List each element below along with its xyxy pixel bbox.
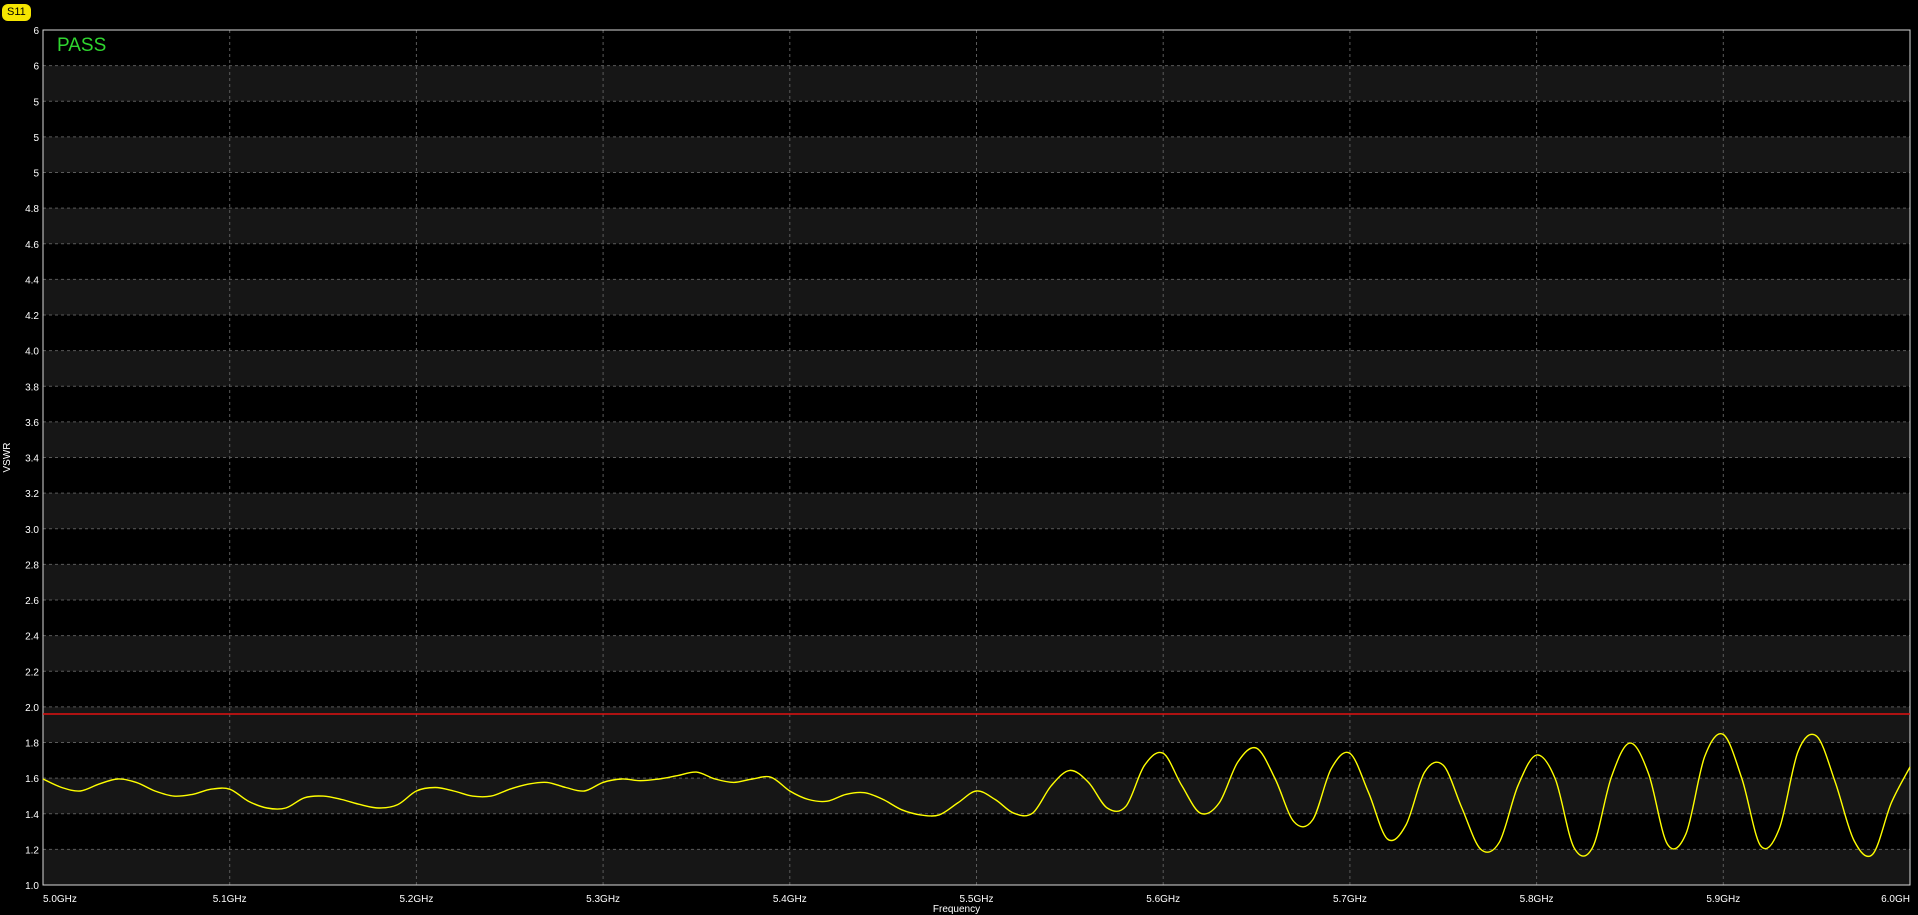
- y-axis-label: VSWR: [2, 443, 13, 473]
- y-tick-label: 2.6: [25, 596, 39, 607]
- plot-band: [43, 65, 1910, 102]
- x-tick-label: 5.8GHz: [1520, 894, 1554, 905]
- y-tick-label: 3.4: [25, 454, 39, 465]
- y-tick-label: 6: [33, 26, 39, 37]
- plot-band: [43, 208, 1910, 244]
- y-tick-label: 1.4: [25, 810, 39, 821]
- plot-band: [43, 136, 1910, 173]
- y-tick-label: 1.6: [25, 774, 39, 785]
- y-tick-label: 5: [33, 133, 39, 144]
- y-tick-label: 3.2: [25, 489, 39, 500]
- y-tick-label: 4.6: [25, 240, 39, 251]
- y-tick-label: 3.6: [25, 418, 39, 429]
- x-tick-label: 5.1GHz: [213, 894, 247, 905]
- y-tick-label: 4.8: [25, 204, 39, 215]
- x-tick-label: 6.0GH: [1881, 894, 1910, 905]
- x-tick-label: 5.4GHz: [773, 894, 807, 905]
- y-tick-label: 4.4: [25, 275, 39, 286]
- x-tick-label: 5.6GHz: [1146, 894, 1180, 905]
- y-tick-label: 2.2: [25, 667, 39, 678]
- y-tick-label: 1.0: [25, 881, 39, 892]
- pass-status: PASS: [57, 35, 106, 56]
- x-tick-label: 5.0GHz: [43, 894, 77, 905]
- y-tick-label: 5: [33, 97, 39, 108]
- vswr-chart: 1.0 1.2 1.4 1.6 1.8 2.0 2.2 2.4 2.6 2.8 3.0 3.2 3.4 3…: [2, 26, 1911, 915]
- y-tick-label: 4.0: [25, 347, 39, 358]
- x-tick-label: 5.9GHz: [1706, 894, 1740, 905]
- y-tick-label: 1.8: [25, 739, 39, 750]
- plot-band: [43, 706, 1910, 743]
- y-tick-label: 3.0: [25, 525, 39, 536]
- x-axis-label: Frequency: [933, 904, 980, 915]
- x-tick-label: 5.2GHz: [399, 894, 433, 905]
- x-tick-label: 5.3GHz: [586, 894, 620, 905]
- y-tick-label: 6: [33, 62, 39, 73]
- plot-band: [43, 635, 1910, 672]
- y-tick-labels: 1.0 1.2 1.4 1.6 1.8 2.0 2.2 2.4 2.6 2.8 3.0 3.2 3.4 3…: [25, 26, 39, 892]
- y-tick-label: 3.8: [25, 382, 39, 393]
- y-tick-label: 1.2: [25, 845, 39, 856]
- y-tick-label: 2.8: [25, 560, 39, 571]
- x-tick-label: 5.7GHz: [1333, 894, 1367, 905]
- y-tick-label: 2.4: [25, 632, 39, 643]
- y-tick-label: 5: [33, 169, 39, 180]
- y-tick-label: 4.2: [25, 311, 39, 322]
- y-tick-label: 2.0: [25, 703, 39, 714]
